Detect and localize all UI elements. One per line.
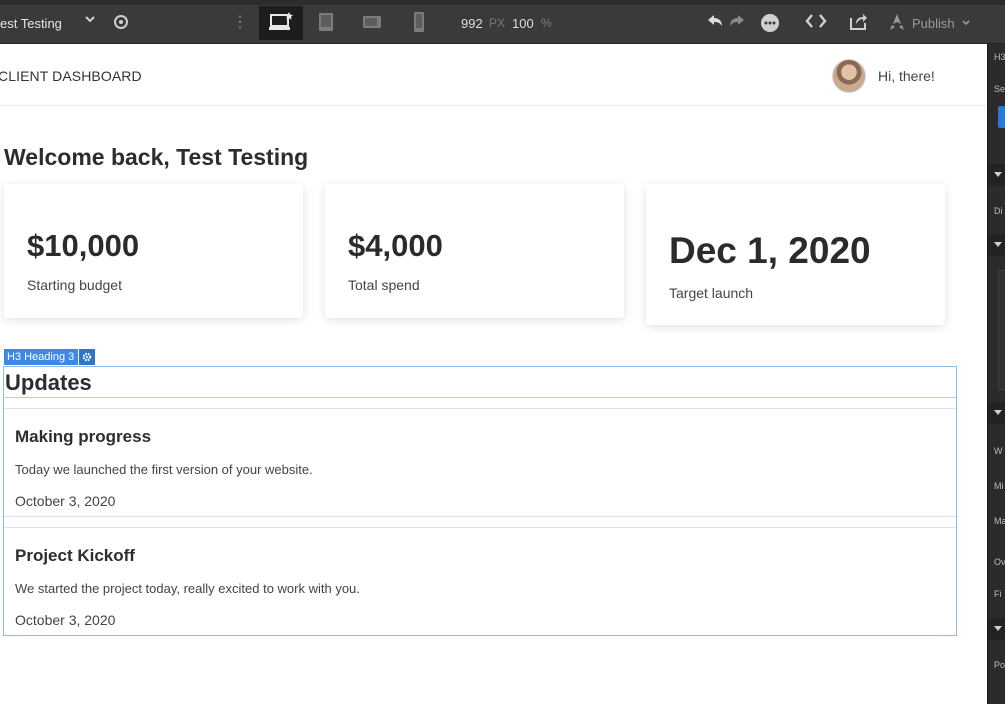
tablet-landscape-icon: [361, 13, 383, 34]
update-text: Today we launched the first version of y…: [15, 462, 313, 477]
designer-toolbar: est Testing ⋮ 992 PX 100 % Publish: [0, 0, 1005, 44]
breakpoint-desktop-button[interactable]: [259, 6, 303, 40]
breakpoint-tablet-button[interactable]: [304, 6, 348, 40]
stat-label: Starting budget: [27, 277, 122, 293]
eye-icon[interactable]: [112, 14, 130, 30]
avatar[interactable]: [832, 59, 866, 93]
more-icon[interactable]: [760, 13, 780, 36]
triangle-down-icon: [994, 172, 1002, 177]
panel-label: H3: [994, 52, 1005, 62]
selected-element-badge[interactable]: H3 Heading 3: [4, 349, 96, 365]
gear-icon[interactable]: [79, 349, 96, 365]
update-date: October 3, 2020: [15, 493, 116, 509]
triangle-down-icon: [994, 410, 1002, 415]
phone-icon: [412, 11, 426, 36]
rocket-icon: [888, 13, 906, 34]
update-text: We started the project today, really exc…: [15, 581, 360, 596]
stat-value: $10,000: [27, 228, 140, 263]
update-title: Project Kickoff: [15, 546, 135, 565]
list-item[interactable]: Project Kickoff We started the project t…: [4, 527, 956, 636]
toolbar-top-strip: [0, 0, 1005, 5]
stat-label: Target launch: [669, 285, 754, 301]
design-canvas[interactable]: CLIENT DASHBOARD Hi, there! Welcome back…: [0, 44, 987, 704]
site-name[interactable]: est Testing: [0, 16, 62, 31]
panel-selector-chip[interactable]: [998, 106, 1005, 128]
update-title: Making progress: [15, 427, 152, 446]
chevron-down-icon: [961, 16, 971, 31]
stat-value: $4,000: [348, 228, 443, 263]
list-item[interactable]: Making progress Today we launched the fi…: [4, 408, 956, 517]
panel-section-header[interactable]: [988, 164, 1005, 186]
panel-label: W: [994, 446, 1003, 456]
panel-section-header[interactable]: [988, 234, 1005, 256]
stat-card-spend: $4,000 Total spend: [325, 184, 624, 318]
chevron-down-icon[interactable]: [84, 13, 96, 28]
stat-label: Total spend: [348, 277, 420, 293]
panel-label: Se: [994, 84, 1005, 94]
panel-label: Mi: [994, 481, 1004, 491]
selected-element-label: H3 Heading 3: [4, 349, 79, 365]
tablet-icon: [317, 11, 335, 36]
redo-icon[interactable]: [728, 12, 746, 33]
triangle-down-icon: [994, 626, 1002, 631]
style-panel: H3 Se Di W Mi Ma Ov Fi Po: [987, 44, 1005, 704]
zoom-unit: %: [541, 16, 552, 30]
updates-heading[interactable]: Updates: [5, 368, 956, 398]
updates-section[interactable]: Updates Making progress Today we launche…: [3, 366, 957, 636]
breakpoint-landscape-button[interactable]: [350, 6, 394, 40]
panel-label: Ov: [994, 557, 1005, 567]
breakpoint-phone-button[interactable]: [397, 6, 441, 40]
breakpoint-width-value[interactable]: 992: [461, 16, 483, 31]
welcome-heading: Welcome back, Test Testing: [4, 144, 309, 170]
dashboard-navbar: CLIENT DASHBOARD Hi, there!: [0, 44, 987, 106]
stat-card-budget: $10,000 Starting budget: [4, 184, 303, 318]
stat-card-launch: Dec 1, 2020 Target launch: [646, 184, 945, 325]
vertical-dots-icon[interactable]: ⋮: [232, 12, 248, 32]
publish-button[interactable]: Publish: [888, 10, 980, 36]
panel-label: Di: [994, 206, 1003, 216]
panel-section-header[interactable]: [988, 618, 1005, 640]
greeting-text: Hi, there!: [878, 68, 935, 84]
update-date: October 3, 2020: [15, 612, 116, 628]
undo-icon[interactable]: [706, 12, 724, 33]
stat-value: Dec 1, 2020: [669, 230, 871, 271]
triangle-down-icon: [994, 242, 1002, 247]
zoom-value[interactable]: 100: [512, 16, 534, 31]
panel-label: Fi: [994, 589, 1002, 599]
desktop-icon: [268, 11, 294, 36]
spacing-box[interactable]: [998, 270, 1005, 390]
width-unit: PX: [489, 16, 506, 30]
brand-title[interactable]: CLIENT DASHBOARD: [0, 68, 142, 84]
panel-label: Ma: [994, 516, 1005, 526]
publish-label: Publish: [912, 15, 955, 31]
code-icon[interactable]: [805, 12, 827, 34]
panel-section-header[interactable]: [988, 402, 1005, 424]
export-icon[interactable]: [848, 12, 868, 35]
panel-label: Po: [994, 660, 1005, 670]
